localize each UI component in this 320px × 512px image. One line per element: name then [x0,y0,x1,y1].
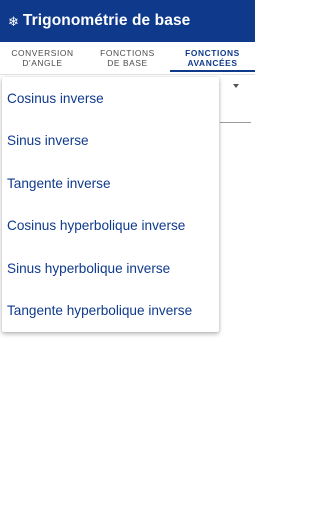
dropdown-option-cosinus-inverse[interactable]: Cosinus inverse [2,77,219,120]
tab-selected-indicator [170,70,255,72]
dropdown-option-tangente-inverse[interactable]: Tangente inverse [2,162,219,205]
spinner-underline [220,122,251,123]
snowflake-icon: ❄ [8,13,19,29]
app-bar: ❄ Trigonométrie de base [0,0,255,42]
tabs-divider [0,74,255,75]
dropdown-option-cosinus-hyperbolique-inverse[interactable]: Cosinus hyperbolique inverse [2,205,219,248]
tab-label: FONCTIONS DE BASE [100,48,155,68]
dropdown-option-tangente-hyperbolique-inverse[interactable]: Tangente hyperbolique inverse [2,290,219,333]
app-title: Trigonométrie de base [22,12,191,29]
function-dropdown-menu: Cosinus inverse Sinus inverse Tangente i… [2,77,219,332]
tab-fonctions-base[interactable]: FONCTIONS DE BASE [85,42,170,74]
dropdown-arrow-icon[interactable] [233,84,239,88]
dropdown-option-sinus-hyperbolique-inverse[interactable]: Sinus hyperbolique inverse [2,247,219,290]
tab-label: FONCTIONS AVANCÉES [185,48,240,68]
tab-label: CONVERSION D'ANGLE [11,48,74,68]
dropdown-option-sinus-inverse[interactable]: Sinus inverse [2,120,219,163]
tab-conversion-angle[interactable]: CONVERSION D'ANGLE [0,42,85,74]
